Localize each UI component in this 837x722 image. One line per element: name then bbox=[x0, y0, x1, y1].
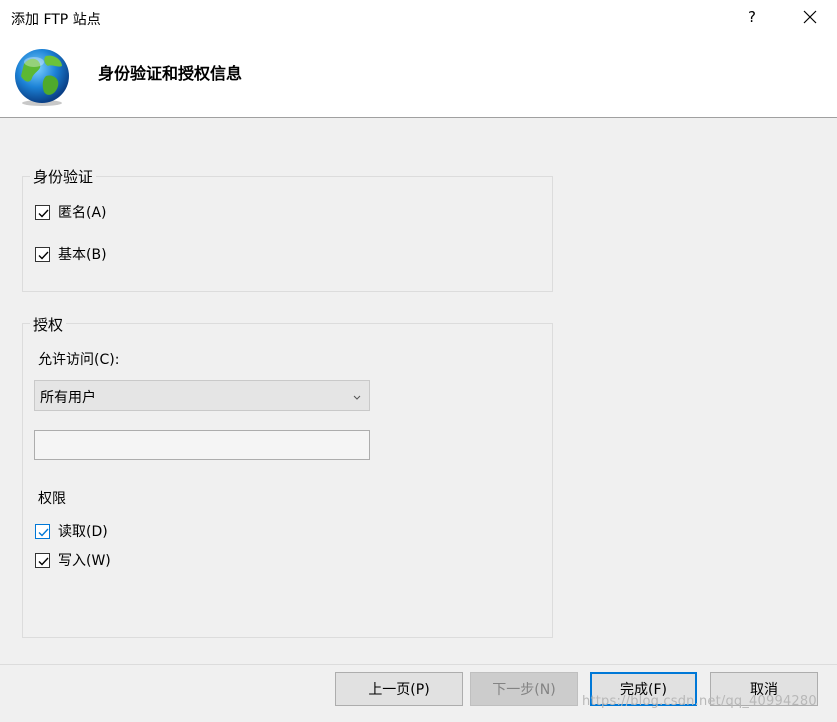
globe-icon bbox=[12, 46, 72, 108]
read-checkbox-row[interactable]: 读取(D) bbox=[35, 521, 108, 541]
write-checkbox-row[interactable]: 写入(W) bbox=[35, 550, 111, 570]
next-button[interactable]: 下一步(N) bbox=[470, 672, 578, 706]
watermark-text: https://blog.csdn.net/qq_40994280 bbox=[582, 694, 817, 709]
basic-checkbox[interactable] bbox=[35, 246, 50, 262]
window-title: 添加 FTP 站点 bbox=[11, 12, 101, 28]
write-label: 写入(W) bbox=[58, 553, 111, 569]
previous-button-label: 上一页(P) bbox=[368, 682, 430, 698]
next-button-label: 下一步(N) bbox=[492, 682, 556, 698]
write-checkbox[interactable] bbox=[35, 552, 50, 568]
anonymous-checkbox-row[interactable]: 匿名(A) bbox=[35, 202, 107, 222]
authentication-group bbox=[22, 176, 553, 292]
basic-checkbox-row[interactable]: 基本(B) bbox=[35, 244, 107, 264]
chevron-down-icon bbox=[352, 390, 362, 406]
footer-divider bbox=[0, 664, 837, 665]
anonymous-checkbox[interactable] bbox=[35, 204, 50, 220]
authorization-legend: 授权 bbox=[30, 314, 67, 335]
close-icon[interactable] bbox=[800, 7, 822, 29]
allow-access-label: 允许访问(C): bbox=[38, 352, 120, 368]
permissions-label: 权限 bbox=[38, 491, 66, 507]
allow-access-dropdown[interactable]: 所有用户 bbox=[34, 380, 370, 411]
help-button[interactable]: ? bbox=[748, 8, 756, 26]
title-bar: 添加 FTP 站点 ? bbox=[0, 0, 837, 36]
users-input[interactable] bbox=[34, 430, 370, 460]
authentication-legend: 身份验证 bbox=[30, 166, 97, 187]
basic-label: 基本(B) bbox=[58, 247, 107, 263]
read-checkbox[interactable] bbox=[35, 523, 50, 539]
wizard-header: 身份验证和授权信息 bbox=[0, 36, 837, 118]
page-title: 身份验证和授权信息 bbox=[98, 64, 243, 83]
anonymous-label: 匿名(A) bbox=[58, 205, 107, 221]
authorization-group bbox=[22, 323, 553, 638]
allow-access-value: 所有用户 bbox=[40, 390, 96, 406]
read-label: 读取(D) bbox=[58, 524, 108, 540]
previous-button[interactable]: 上一页(P) bbox=[335, 672, 463, 706]
